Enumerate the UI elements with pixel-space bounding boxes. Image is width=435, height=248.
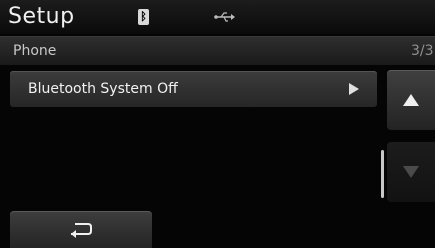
scrollbar[interactable]: [381, 150, 384, 198]
setup-screen: Setup ᛒ Phone 3/3 Bluetooth System Off: [0, 0, 435, 248]
scroll-up-button[interactable]: [387, 70, 435, 130]
usb-icon: [214, 12, 235, 22]
bluetooth-icon: ᛒ: [138, 9, 149, 25]
page-title: Setup: [8, 4, 75, 29]
sub-header: Phone 3/3: [0, 36, 435, 65]
arrow-down-icon: [403, 166, 419, 178]
section-label: Phone: [13, 43, 57, 59]
list-item-label: Bluetooth System Off: [28, 81, 178, 97]
chevron-right-icon: [349, 83, 359, 95]
back-arrow-icon: [71, 223, 92, 238]
back-button[interactable]: [10, 211, 152, 248]
page-indicator: 3/3: [411, 43, 434, 59]
list-item-bluetooth-system-off[interactable]: Bluetooth System Off: [10, 71, 377, 107]
arrow-up-icon: [403, 94, 419, 106]
scroll-down-button[interactable]: [387, 142, 435, 202]
status-bar: Setup ᛒ: [0, 0, 435, 34]
